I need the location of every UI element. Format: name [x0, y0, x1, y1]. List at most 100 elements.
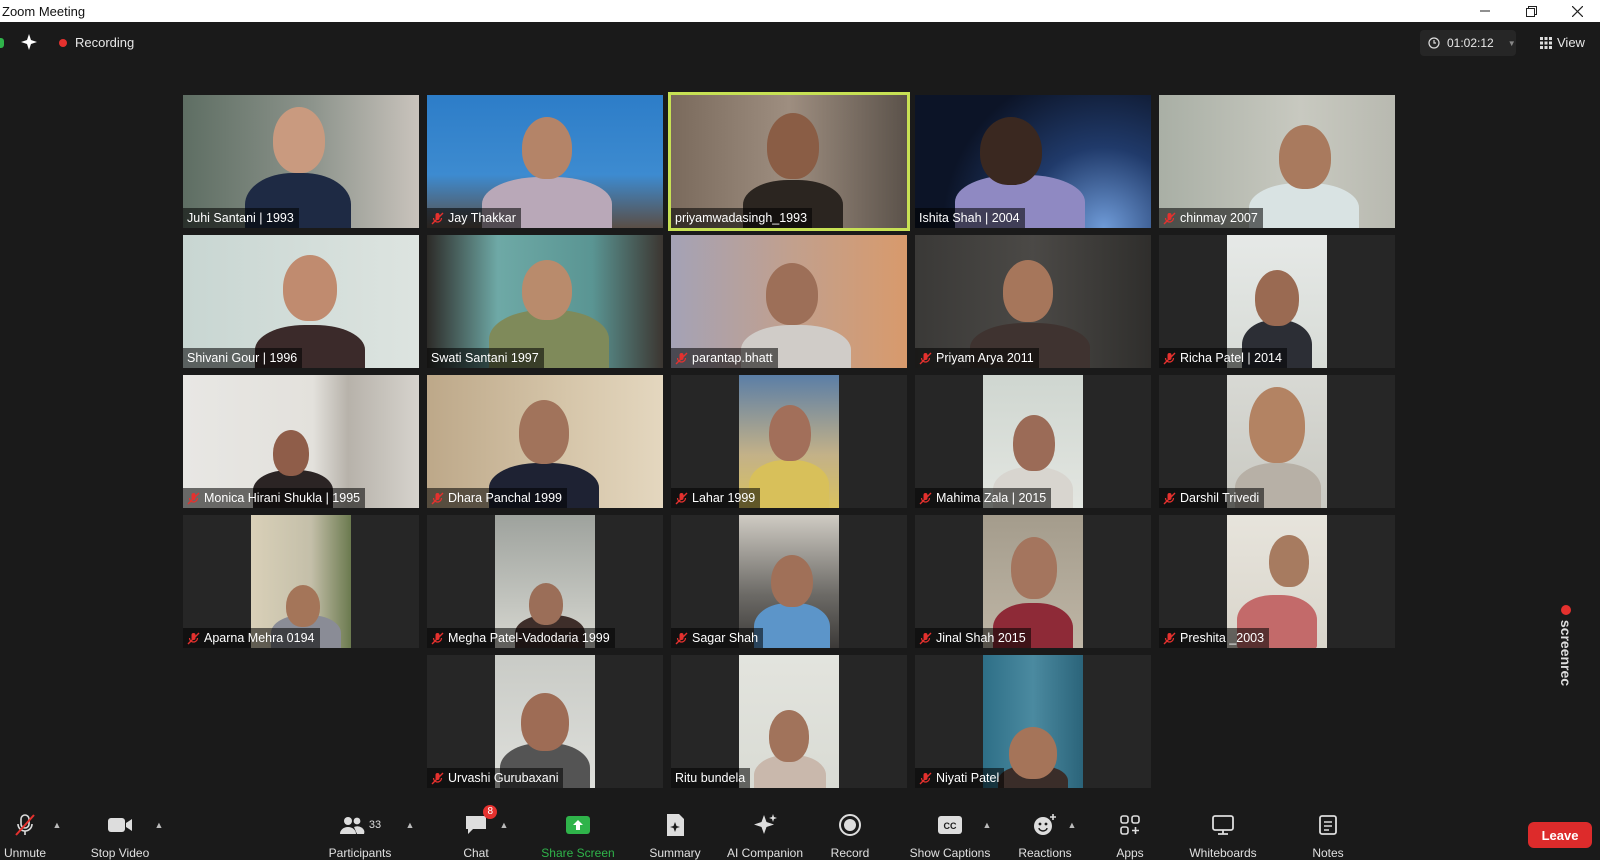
- participant-name: Richa Patel | 2014: [1180, 351, 1282, 365]
- chat-label: Chat: [463, 846, 489, 860]
- participant-name-tag: priyamwadasingh_1993: [671, 208, 813, 228]
- chat-button[interactable]: 8 Chat: [452, 805, 500, 860]
- window-titlebar: Zoom Meeting: [0, 0, 1600, 22]
- participant-tile[interactable]: Priyam Arya 2011: [915, 235, 1151, 368]
- participant-name: Monica Hirani Shukla | 1995: [204, 491, 361, 505]
- summary-label: Summary: [649, 846, 701, 860]
- whiteboards-button[interactable]: Whiteboards: [1183, 808, 1263, 860]
- show-captions-label: Show Captions: [909, 846, 991, 860]
- participant-name: Niyati Patel: [936, 771, 1000, 785]
- whiteboard-icon: [1211, 808, 1235, 842]
- participant-name-tag: Dhara Panchal 1999: [427, 488, 567, 508]
- participants-options-caret[interactable]: ▲: [403, 808, 417, 842]
- participant-tile[interactable]: Dhara Panchal 1999: [427, 375, 663, 508]
- participant-tile[interactable]: Ritu bundela: [671, 655, 907, 788]
- stop-video-label: Stop Video: [90, 846, 150, 860]
- notes-icon: [1318, 808, 1338, 842]
- participant-name-tag: Priyam Arya 2011: [915, 348, 1039, 368]
- reactions-options-caret[interactable]: ▲: [1065, 808, 1079, 842]
- view-button[interactable]: View: [1540, 35, 1585, 50]
- security-status-icon[interactable]: [0, 38, 4, 48]
- reactions-icon: [1032, 808, 1058, 842]
- participant-name-tag: Urvashi Gurubaxani: [427, 768, 564, 788]
- share-screen-button[interactable]: Share Screen: [538, 808, 618, 860]
- participants-icon: 33: [339, 808, 381, 842]
- participant-name: priyamwadasingh_1993: [675, 211, 808, 225]
- summary-icon: [664, 808, 686, 842]
- participant-name: Ritu bundela: [675, 771, 746, 785]
- participant-name: Priyam Arya 2011: [936, 351, 1034, 365]
- participant-tile[interactable]: Aparna Mehra 0194: [183, 515, 419, 648]
- participant-tile[interactable]: Swati Santani 1997: [427, 235, 663, 368]
- unmute-button[interactable]: Unmute: [0, 808, 50, 860]
- captions-options-caret[interactable]: ▲: [980, 808, 994, 842]
- mic-muted-icon: [1163, 352, 1176, 364]
- participant-tile[interactable]: Mahima Zala | 2015: [915, 375, 1151, 508]
- participant-name: Jinal Shah 2015: [936, 631, 1026, 645]
- summary-button[interactable]: Summary: [640, 808, 710, 860]
- stop-video-button[interactable]: Stop Video: [88, 808, 152, 860]
- mic-muted-icon: [919, 492, 932, 504]
- ai-sparkle-icon[interactable]: [21, 34, 37, 50]
- participant-name-tag: Darshil Trivedi: [1159, 488, 1265, 508]
- participant-tile[interactable]: Urvashi Gurubaxani: [427, 655, 663, 788]
- participant-name-tag: chinmay 2007: [1159, 208, 1263, 228]
- minimize-icon[interactable]: [1462, 0, 1508, 22]
- chevron-up-icon: ▲: [52, 820, 62, 830]
- participant-tile[interactable]: parantap.bhatt: [671, 235, 907, 368]
- participant-tile-active-speaker[interactable]: priyamwadasingh_1993: [671, 95, 907, 228]
- restore-icon[interactable]: [1508, 0, 1554, 22]
- audio-options-caret[interactable]: ▲: [50, 808, 64, 842]
- participant-name-tag: Shivani Gour | 1996: [183, 348, 303, 368]
- participant-tile[interactable]: Lahar 1999: [671, 375, 907, 508]
- participant-tile[interactable]: Jinal Shah 2015: [915, 515, 1151, 648]
- participant-tile[interactable]: Ishita Shah | 2004: [915, 95, 1151, 228]
- participant-tile[interactable]: Jay Thakkar: [427, 95, 663, 228]
- participant-name-tag: Juhi Santani | 1993: [183, 208, 299, 228]
- apps-label: Apps: [1116, 846, 1144, 860]
- participant-tile[interactable]: chinmay 2007: [1159, 95, 1395, 228]
- ai-companion-icon: [752, 808, 778, 842]
- participant-name-tag: Lahar 1999: [671, 488, 761, 508]
- participant-name: Preshita _2003: [1180, 631, 1265, 645]
- participant-name-tag: Monica Hirani Shukla | 1995: [183, 488, 366, 508]
- participant-name: Shivani Gour | 1996: [187, 351, 298, 365]
- chat-options-caret[interactable]: ▲: [497, 808, 511, 842]
- mic-muted-icon: [431, 492, 444, 504]
- reactions-label: Reactions: [1018, 846, 1072, 860]
- video-options-caret[interactable]: ▲: [152, 808, 166, 842]
- participant-tile[interactable]: Niyati Patel: [915, 655, 1151, 788]
- notes-button[interactable]: Notes: [1305, 808, 1351, 860]
- participant-tile[interactable]: Megha Patel-Vadodaria 1999: [427, 515, 663, 648]
- participant-name-tag: Jinal Shah 2015: [915, 628, 1031, 648]
- participant-name-tag: Ishita Shah | 2004: [915, 208, 1025, 228]
- participant-name: parantap.bhatt: [692, 351, 773, 365]
- participant-name-tag: Jay Thakkar: [427, 208, 521, 228]
- chevron-up-icon: ▲: [405, 820, 415, 830]
- mic-muted-icon: [675, 492, 688, 504]
- participant-tile[interactable]: Preshita _2003: [1159, 515, 1395, 648]
- participant-tile[interactable]: Sagar Shah: [671, 515, 907, 648]
- participant-tile[interactable]: Juhi Santani | 1993: [183, 95, 419, 228]
- ai-companion-button[interactable]: AI Companion: [720, 808, 810, 860]
- participant-tile[interactable]: Shivani Gour | 1996: [183, 235, 419, 368]
- record-icon: [838, 808, 862, 842]
- mic-off-icon: [14, 808, 36, 842]
- clock-icon: [1428, 37, 1440, 49]
- timer-dropdown-icon[interactable]: ▼: [1508, 39, 1516, 48]
- mic-muted-icon: [919, 772, 932, 784]
- recording-label[interactable]: Recording: [75, 35, 134, 50]
- participant-tile[interactable]: Darshil Trivedi: [1159, 375, 1395, 508]
- screenrec-text: screenrec: [1558, 619, 1575, 687]
- meeting-timer[interactable]: 01:02:12 ▼: [1420, 30, 1516, 56]
- apps-button[interactable]: Apps: [1110, 808, 1150, 860]
- record-button[interactable]: Record: [820, 808, 880, 860]
- participants-button[interactable]: 33 Participants: [320, 808, 400, 860]
- close-icon[interactable]: [1554, 0, 1600, 22]
- leave-button[interactable]: Leave: [1528, 822, 1592, 848]
- record-label: Record: [830, 846, 870, 860]
- participant-tile[interactable]: Richa Patel | 2014: [1159, 235, 1395, 368]
- captions-icon: CC: [937, 808, 963, 842]
- participant-tile[interactable]: Monica Hirani Shukla | 1995: [183, 375, 419, 508]
- participants-label: Participants: [328, 846, 392, 860]
